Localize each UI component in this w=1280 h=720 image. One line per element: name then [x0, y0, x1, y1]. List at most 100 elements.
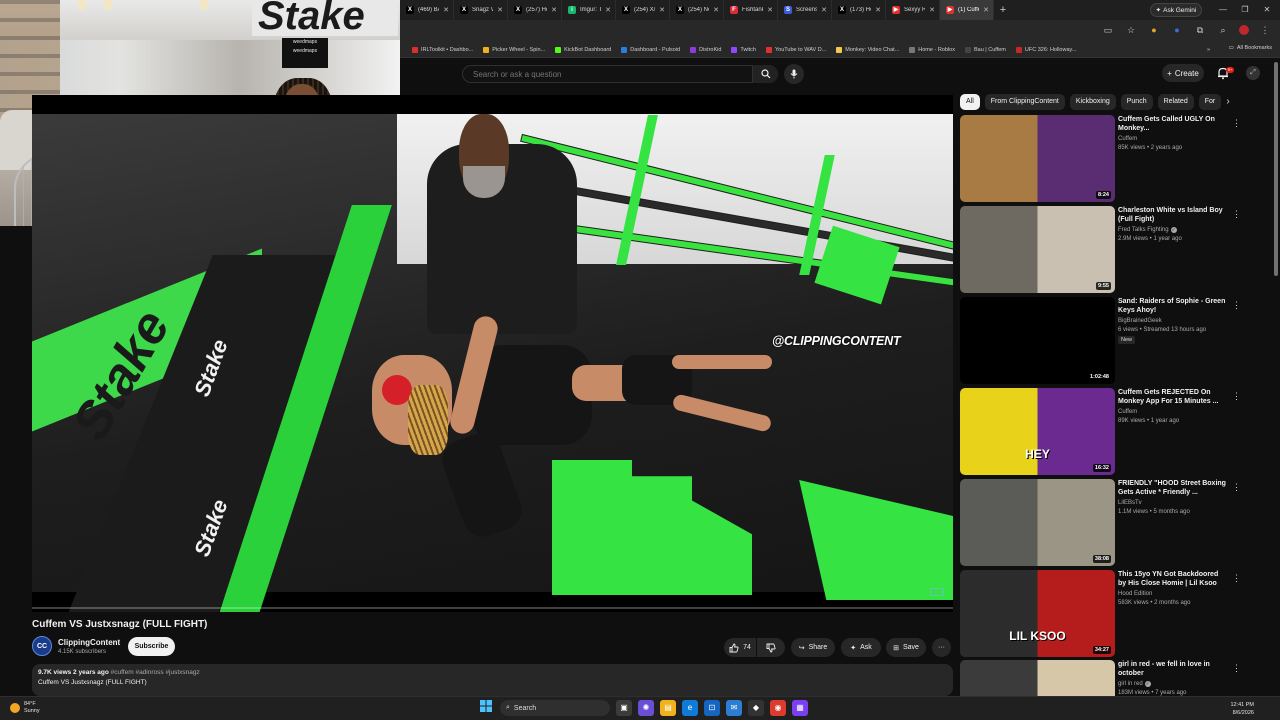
bookmark-item[interactable]: DistroKid	[690, 46, 721, 53]
browser-tab[interactable]: F Fishtank.l ✕	[724, 0, 778, 20]
recommendation-item[interactable]: 8:24 Cuffem Gets Called UGLY On Monkey...…	[960, 115, 1241, 203]
more-vert-icon[interactable]: ⋮	[1232, 481, 1241, 493]
recommendation-item[interactable]: 1:02:48 Sand: Raiders of Sophie - Green K…	[960, 297, 1241, 385]
video-thumbnail[interactable]: 38:08	[960, 479, 1115, 566]
tab-close-icon[interactable]: ✕	[659, 6, 665, 14]
create-button[interactable]: + Create	[1162, 64, 1204, 82]
tab-close-icon[interactable]: ✕	[983, 6, 989, 14]
tab-close-icon[interactable]: ✕	[767, 6, 773, 14]
copilot-icon[interactable]: ✺	[638, 700, 654, 716]
more-vert-icon[interactable]: ⋮	[1232, 208, 1241, 220]
filter-chip[interactable]: All	[960, 94, 980, 110]
video-thumbnail[interactable]: 8:24	[960, 115, 1115, 202]
description-box[interactable]: 9.7K views 2 years ago #cuffem #adinross…	[32, 664, 953, 696]
search-box[interactable]	[462, 65, 778, 83]
edge-icon[interactable]: e	[682, 700, 698, 716]
mail-icon[interactable]: ✉	[726, 700, 742, 716]
channel-name[interactable]: ClippingContent	[58, 638, 120, 647]
subscribe-button[interactable]: Subscribe	[128, 637, 175, 656]
tab-close-icon[interactable]: ✕	[875, 6, 881, 14]
filter-chip[interactable]: Kickboxing	[1069, 94, 1116, 110]
bookmark-star-icon[interactable]: ☆	[1124, 23, 1138, 37]
filter-chip[interactable]: For	[1198, 94, 1222, 110]
recommendation-item[interactable]: HEY 16:32 Cuffem Gets REJECTED On Monkey A…	[960, 388, 1241, 476]
browser-tab[interactable]: X (173) Hom ✕	[832, 0, 886, 20]
search-button[interactable]	[752, 65, 778, 83]
tab-close-icon[interactable]: ✕	[497, 6, 503, 14]
filter-chip[interactable]: From ClippingContent	[984, 94, 1065, 110]
channel-watermark-icon[interactable]	[930, 588, 944, 596]
browser-tab[interactable]: ▶ Sexyy Red ✕	[886, 0, 940, 20]
ask-gemini-button[interactable]: ✦ Ask Gemini	[1150, 3, 1202, 17]
recommendation-channel[interactable]: LilEBsTv	[1118, 500, 1142, 506]
recommendation-item[interactable]: 38:08 FRIENDLY "HOOD Street Boxing Gets A…	[960, 479, 1241, 567]
tab-close-icon[interactable]: ✕	[929, 6, 935, 14]
store-icon[interactable]: ⊡	[704, 700, 720, 716]
weather-widget[interactable]: 84°F Sunny	[10, 701, 40, 715]
tab-close-icon[interactable]: ✕	[821, 6, 827, 14]
bookmark-item[interactable]: Picker Wheel - Spin...	[483, 46, 545, 53]
recommendation-channel[interactable]: BigBrainedGeek	[1118, 318, 1162, 324]
browser-tab[interactable]: X (257) Hom ✕	[508, 0, 562, 20]
bookmark-item[interactable]: Dashboard - Pulsoid	[621, 46, 680, 53]
video-thumbnail[interactable]: LIL KSOO 34:27	[960, 570, 1115, 657]
recommendation-channel[interactable]: Hood Edition	[1118, 591, 1152, 597]
more-vert-icon[interactable]: ⋮	[1232, 299, 1241, 311]
menu-dots-icon[interactable]: ⋮	[1258, 23, 1272, 37]
browser-tab[interactable]: X (254) X/hc✕	[616, 0, 670, 20]
more-vert-icon[interactable]: ⋮	[1232, 390, 1241, 402]
video-thumbnail[interactable]: 1:02:48	[960, 297, 1115, 384]
more-vert-icon[interactable]: ⋮	[1232, 662, 1241, 674]
browser-tab[interactable]: S Screensh ✕	[778, 0, 832, 20]
all-bookmarks-button[interactable]: ▭ All Bookmarks	[1229, 45, 1272, 51]
filter-chip[interactable]: Punch	[1120, 94, 1153, 110]
bookmark-item[interactable]: UFC 326: Holloway...	[1015, 46, 1076, 53]
video-player[interactable]: Stake Stake Stake @CLIPPINGCONTENT	[32, 95, 953, 612]
new-tab-button[interactable]: +	[994, 0, 1012, 20]
ask-button[interactable]: ✦ Ask	[841, 638, 881, 657]
browser-tab[interactable]: X (469) BAU ✕	[400, 0, 454, 20]
more-vert-icon[interactable]: ⋮	[1232, 572, 1241, 584]
bookmark-item[interactable]: Monkey: Video Chat...	[836, 46, 899, 53]
profile-icon[interactable]	[1239, 25, 1249, 35]
recommendation-title[interactable]: Cuffem Gets REJECTED On Monkey App For 1…	[1118, 388, 1226, 406]
browser-tab[interactable]: X Snagz VS ✕	[454, 0, 508, 20]
recommendation-item[interactable]: LIL KSOO 34:27 This 15yo YN Got Backdoored…	[960, 570, 1241, 658]
recommendation-title[interactable]: Sand: Raiders of Sophie - Green Keys Aho…	[1118, 297, 1226, 315]
filter-chip[interactable]: Related	[1157, 94, 1194, 110]
extension-icon[interactable]: ●	[1170, 23, 1184, 37]
more-vert-icon[interactable]: ⋮	[1232, 117, 1241, 129]
maximize-button[interactable]: ❐	[1234, 0, 1256, 20]
recommendation-title[interactable]: This 15yo YN Got Backdoored by His Close…	[1118, 570, 1226, 588]
like-button[interactable]: 74	[724, 638, 756, 657]
cast-icon[interactable]: ▭	[1101, 23, 1115, 37]
video-thumbnail[interactable]: HEY 16:32	[960, 388, 1115, 475]
account-avatar[interactable]: ⤢	[1246, 66, 1260, 80]
chevron-right-icon[interactable]: ›	[1222, 96, 1234, 108]
video-progress-bar[interactable]	[32, 604, 953, 612]
dislike-button[interactable]	[757, 638, 785, 657]
sidebar-scrollbar[interactable]	[1274, 62, 1278, 276]
tab-close-icon[interactable]: ✕	[605, 6, 611, 14]
video-thumbnail[interactable]: 9:55	[960, 206, 1115, 293]
taskbar-search[interactable]: ⌕ Search	[500, 700, 610, 716]
more-bookmarks-button[interactable]: »	[1207, 47, 1210, 53]
bookmark-item[interactable]: Bau | Cuffem	[964, 46, 1006, 53]
bookmark-item[interactable]: Home - Roblox	[909, 46, 955, 53]
recommendation-channel[interactable]: girl in red ✓	[1118, 681, 1151, 687]
search-input[interactable]	[473, 69, 767, 79]
recommendation-title[interactable]: Charleston White vs Island Boy (Full Fig…	[1118, 206, 1226, 224]
bookmark-item[interactable]: KickBot Dashboard	[555, 46, 611, 53]
browser-tab[interactable]: ▶ (1) Cuffem ✕	[940, 0, 994, 20]
save-button[interactable]: ⊞ Save	[886, 638, 926, 657]
recommendation-title[interactable]: Cuffem Gets Called UGLY On Monkey...	[1118, 115, 1226, 133]
channel-avatar[interactable]: CC	[32, 636, 52, 656]
close-window-button[interactable]: ✕	[1256, 0, 1278, 20]
bookmark-item[interactable]: Twitch	[731, 46, 756, 53]
tab-close-icon[interactable]: ✕	[443, 6, 449, 14]
bookmark-item[interactable]: IRLToolkit • Dashbo...	[412, 46, 473, 53]
task-view-icon[interactable]: ▣	[616, 700, 632, 716]
app-icon[interactable]: ◆	[748, 700, 764, 716]
recommendation-title[interactable]: FRIENDLY "HOOD Street Boxing Gets Active…	[1118, 479, 1226, 497]
more-actions-button[interactable]: ···	[932, 638, 951, 657]
